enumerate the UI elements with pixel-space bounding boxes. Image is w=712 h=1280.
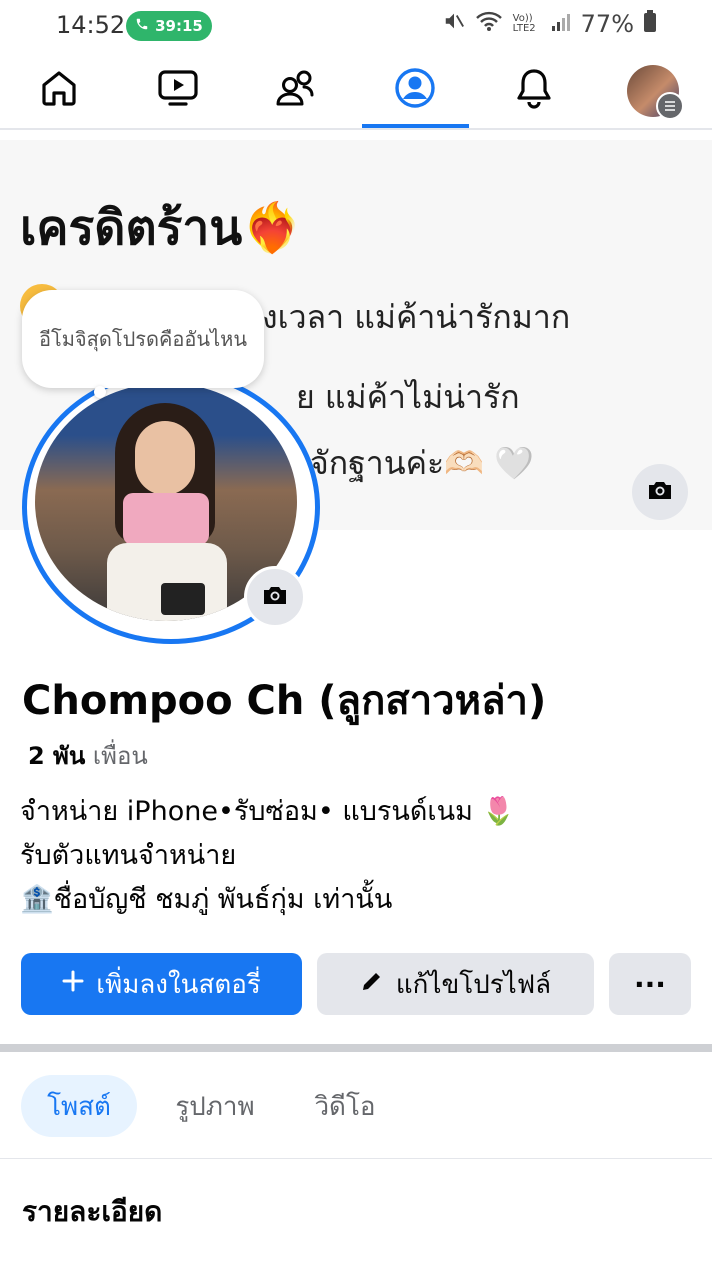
home-icon xyxy=(38,67,80,113)
nav-home[interactable] xyxy=(9,52,109,128)
menu-icon[interactable] xyxy=(656,92,684,120)
tabs-separator xyxy=(0,1158,712,1159)
active-tab-indicator xyxy=(362,124,469,128)
tab-label: รูปภาพ xyxy=(175,1091,255,1122)
nav-video[interactable] xyxy=(128,52,228,128)
nav-notifications[interactable] xyxy=(484,52,584,128)
call-indicator[interactable]: 39:15 xyxy=(126,11,212,41)
bio-line: รับตัวแทนจำหน่าย xyxy=(20,840,237,871)
tab-label: วิดีโอ xyxy=(314,1091,376,1122)
battery-percent: 77% xyxy=(580,10,634,38)
bio-line: จำหน่าย iPhone•รับซ่อม• แบรนด์เนม 🌷 xyxy=(20,796,516,827)
bag-shape xyxy=(161,583,205,615)
profile-name: Chompoo Ch (ลูกสาวหล่า) xyxy=(22,678,547,724)
add-to-story-label: เพิ่มลงในสตอรี่ xyxy=(96,969,261,1000)
profile-bio: จำหน่าย iPhone•รับซ่อม• แบรนด์เนม 🌷 รับต… xyxy=(20,790,515,922)
signal-icon xyxy=(551,10,571,38)
cover-line: ย แม่ค้าไม่น่ารัก xyxy=(296,378,520,416)
note-tail xyxy=(94,386,106,398)
profile-note-bubble[interactable]: อีโมจิสุดโปรดคืออันไหน xyxy=(22,290,264,388)
nav-friends[interactable] xyxy=(247,52,347,128)
bio-line: 🏦ชื่อบัญชี ชมภู่ พันธ์กุ่ม เท่านั้น xyxy=(20,884,393,915)
top-nav xyxy=(0,52,712,130)
tab-posts[interactable]: โพสต์ xyxy=(21,1075,137,1137)
camera-icon xyxy=(262,584,288,610)
video-icon xyxy=(156,67,200,113)
tab-videos[interactable]: วิดีโอ xyxy=(300,1075,390,1137)
mute-icon xyxy=(443,10,465,38)
pencil-icon xyxy=(360,969,384,1000)
call-timer: 39:15 xyxy=(155,17,203,35)
cover-camera-button[interactable] xyxy=(632,464,688,520)
plus-icon xyxy=(62,969,84,999)
friends-number: 2 พัน xyxy=(28,742,86,770)
camera-icon xyxy=(647,479,673,505)
status-bar: 14:52 39:15 Vo)) LTE2 77% xyxy=(0,0,712,50)
note-text: อีโมจิสุดโปรดคืออันไหน xyxy=(38,327,247,351)
top-shape xyxy=(123,493,209,545)
battery-icon xyxy=(644,10,656,38)
add-to-story-button[interactable]: เพิ่มลงในสตอรี่ xyxy=(21,953,302,1015)
friends-count[interactable]: 2 พัน เพื่อน xyxy=(28,736,148,775)
phone-icon xyxy=(135,17,149,35)
profile-camera-button[interactable] xyxy=(244,566,306,628)
wifi-icon xyxy=(475,10,503,38)
more-icon: ··· xyxy=(634,967,666,1001)
tab-label: โพสต์ xyxy=(47,1091,111,1122)
cover-line: งเวลา แม่ค้าน่ารักมาก xyxy=(262,298,571,336)
nav-profile[interactable] xyxy=(365,52,465,128)
more-options-button[interactable]: ··· xyxy=(609,953,691,1015)
status-icons: Vo)) LTE2 77% xyxy=(443,10,656,38)
friends-icon xyxy=(274,67,320,113)
cover-title: เครดิตร้าน❤️‍🔥 xyxy=(20,200,302,256)
friends-label: เพื่อน xyxy=(92,742,148,770)
tab-photos[interactable]: รูปภาพ xyxy=(160,1075,270,1137)
edit-profile-button[interactable]: แก้ไขโปรไฟล์ xyxy=(317,953,594,1015)
profile-icon xyxy=(393,66,437,114)
face-shape xyxy=(135,421,195,495)
section-divider xyxy=(0,1044,712,1052)
cover-line: จักฐานค่ะ🫶🏻 🤍 xyxy=(310,444,535,482)
edit-profile-label: แก้ไขโปรไฟล์ xyxy=(395,969,552,1000)
status-time: 14:52 xyxy=(56,11,126,39)
details-heading: รายละเอียด xyxy=(22,1195,163,1228)
bell-icon xyxy=(513,66,555,114)
network-label: Vo)) LTE2 xyxy=(512,13,536,34)
